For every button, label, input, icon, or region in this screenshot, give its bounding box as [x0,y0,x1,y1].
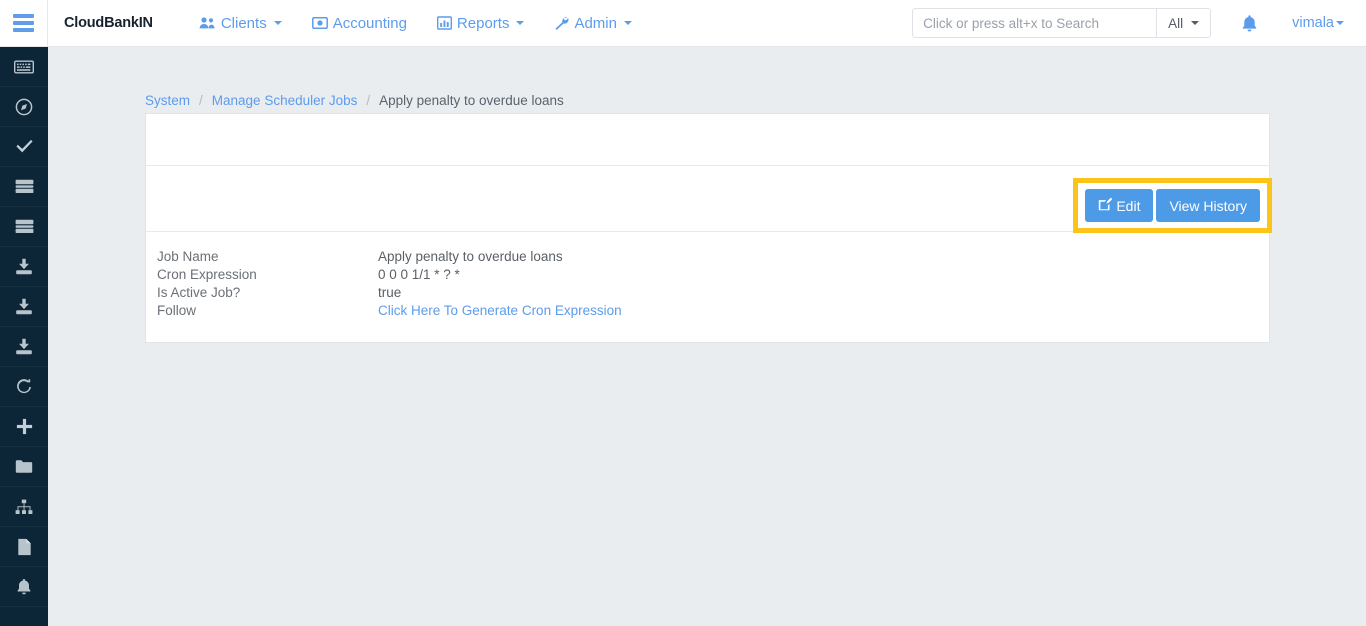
hamburger-bar-3 [13,28,34,32]
brand-logo[interactable]: CloudBankIN [64,15,153,31]
sidebar-item-notifications[interactable] [0,567,48,607]
breadcrumb-separator: / [366,93,370,108]
detail-row-is-active-job: Is Active Job? true [157,284,1269,302]
sidebar-item-keyboard[interactable] [0,47,48,87]
detail-value-job-name: Apply penalty to overdue loans [378,248,563,266]
nav-item-admin-label: Admin [574,15,617,32]
sidebar-item-organization[interactable] [0,487,48,527]
generate-cron-expression-link[interactable]: Click Here To Generate Cron Expression [378,302,622,320]
wrench-icon [554,16,569,30]
compass-icon [15,98,33,116]
nav-item-reports-label: Reports [457,15,510,32]
sidebar-item-download-3[interactable] [0,327,48,367]
sitemap-icon [15,499,33,515]
card-actions-row: Edit View History [146,166,1269,232]
job-details-list: Job Name Apply penalty to overdue loans … [146,232,1269,342]
detail-row-follow: Follow Click Here To Generate Cron Expre… [157,302,1269,320]
user-menu-label: vimala [1292,15,1334,31]
refresh-icon [15,378,33,396]
edit-button[interactable]: Edit [1085,189,1153,222]
sidebar-item-folder[interactable] [0,447,48,487]
notifications-bell-icon[interactable] [1241,14,1258,33]
nav-item-clients[interactable]: Clients [197,0,284,46]
detail-label-cron-expression: Cron Expression [157,266,378,284]
chevron-down-icon [1336,21,1344,25]
left-sidebar [0,47,48,626]
chevron-down-icon [1191,21,1199,25]
breadcrumb-item-manage-scheduler-jobs[interactable]: Manage Scheduler Jobs [212,93,358,108]
file-icon [17,538,32,556]
bar-chart-icon [437,16,452,30]
main-nav-links: Clients Accounting Reports [197,0,634,46]
chevron-down-icon [274,21,282,25]
nav-item-clients-label: Clients [221,15,267,32]
sidebar-item-checker-inbox[interactable] [0,127,48,167]
server-icon [15,179,34,194]
detail-value-cron-expression: 0 0 0 1/1 * ? * [378,266,460,284]
hamburger-menu-icon[interactable] [0,0,48,46]
scheduler-job-card: Edit View History Job Name Apply penalty… [145,113,1270,343]
hamburger-bar-2 [13,21,34,25]
detail-row-job-name: Job Name Apply penalty to overdue loans [157,248,1269,266]
detail-label-follow: Follow [157,302,378,320]
global-search[interactable]: All [912,8,1211,38]
nav-item-admin[interactable]: Admin [552,0,634,46]
breadcrumb-item-system[interactable]: System [145,93,190,108]
main-content-area: System / Manage Scheduler Jobs / Apply p… [48,47,1366,626]
folder-icon [15,459,33,474]
search-scope-dropdown[interactable]: All [1156,9,1210,37]
keyboard-icon [14,60,34,74]
plus-icon [16,418,33,435]
download-icon [15,338,33,355]
top-navigation-bar: CloudBankIN Clients Accounting [0,0,1366,47]
sidebar-item-jobs[interactable] [0,207,48,247]
highlighted-action-buttons: Edit View History [1073,178,1272,233]
breadcrumb-item-current: Apply penalty to overdue loans [379,93,564,108]
detail-row-cron-expression: Cron Expression 0 0 0 1/1 * ? * [157,266,1269,284]
sidebar-item-add[interactable] [0,407,48,447]
sidebar-item-download-2[interactable] [0,287,48,327]
sidebar-item-documents[interactable] [0,527,48,567]
detail-label-is-active-job: Is Active Job? [157,284,378,302]
bell-icon [16,578,32,596]
top-bar-right-group: All vimala [912,8,1366,38]
nav-item-accounting-label: Accounting [333,15,407,32]
view-history-button-label: View History [1169,198,1247,214]
hamburger-bar-1 [13,14,34,18]
sidebar-item-refresh[interactable] [0,367,48,407]
download-icon [15,258,33,275]
sidebar-item-download-1[interactable] [0,247,48,287]
sidebar-item-batch-jobs[interactable] [0,167,48,207]
chevron-down-icon [516,21,524,25]
nav-item-accounting[interactable]: Accounting [310,0,409,46]
sidebar-item-navigation[interactable] [0,87,48,127]
nav-item-reports[interactable]: Reports [435,0,527,46]
user-menu[interactable]: vimala [1292,15,1344,31]
server-icon [15,219,34,234]
check-icon [15,139,34,154]
detail-label-job-name: Job Name [157,248,378,266]
pencil-square-icon [1098,197,1112,214]
breadcrumb: System / Manage Scheduler Jobs / Apply p… [145,93,564,108]
search-input[interactable] [913,9,1156,37]
card-header [146,114,1269,166]
users-icon [199,16,216,30]
detail-value-is-active-job: true [378,284,401,302]
download-icon [15,298,33,315]
breadcrumb-separator: / [199,93,203,108]
money-icon [312,16,328,30]
search-scope-label: All [1168,16,1183,31]
chevron-down-icon [624,21,632,25]
edit-button-label: Edit [1116,198,1140,214]
view-history-button[interactable]: View History [1156,189,1260,222]
